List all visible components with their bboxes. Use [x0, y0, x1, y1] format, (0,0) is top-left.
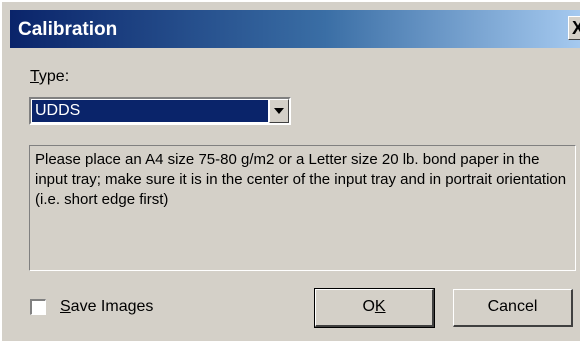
type-label: Type: [30, 68, 69, 86]
instruction-message: Please place an A4 size 75-80 g/m2 or a … [29, 145, 576, 271]
ok-label: O [362, 298, 375, 315]
close-icon: X [572, 18, 580, 38]
save-images-label[interactable]: Save Images [60, 298, 153, 316]
cancel-button[interactable]: Cancel [453, 289, 573, 327]
title-bar[interactable]: Calibration X [10, 10, 580, 48]
calibration-dialog: Calibration X Type: UDDS Please place an… [0, 0, 580, 341]
ok-button[interactable]: OK [314, 288, 435, 328]
type-select-value: UDDS [32, 100, 268, 122]
chevron-down-icon[interactable] [269, 99, 289, 123]
type-label-text: ype: [38, 68, 70, 85]
ok-accesskey: K [374, 298, 386, 315]
type-select[interactable]: UDDS [29, 97, 291, 125]
close-button[interactable]: X [568, 16, 580, 40]
window-title: Calibration [18, 19, 118, 40]
type-label-accesskey: T [30, 68, 39, 85]
save-images-checkbox[interactable] [30, 299, 46, 315]
save-images-label-text: ave Images [70, 298, 154, 315]
save-images-accesskey: S [60, 298, 71, 315]
